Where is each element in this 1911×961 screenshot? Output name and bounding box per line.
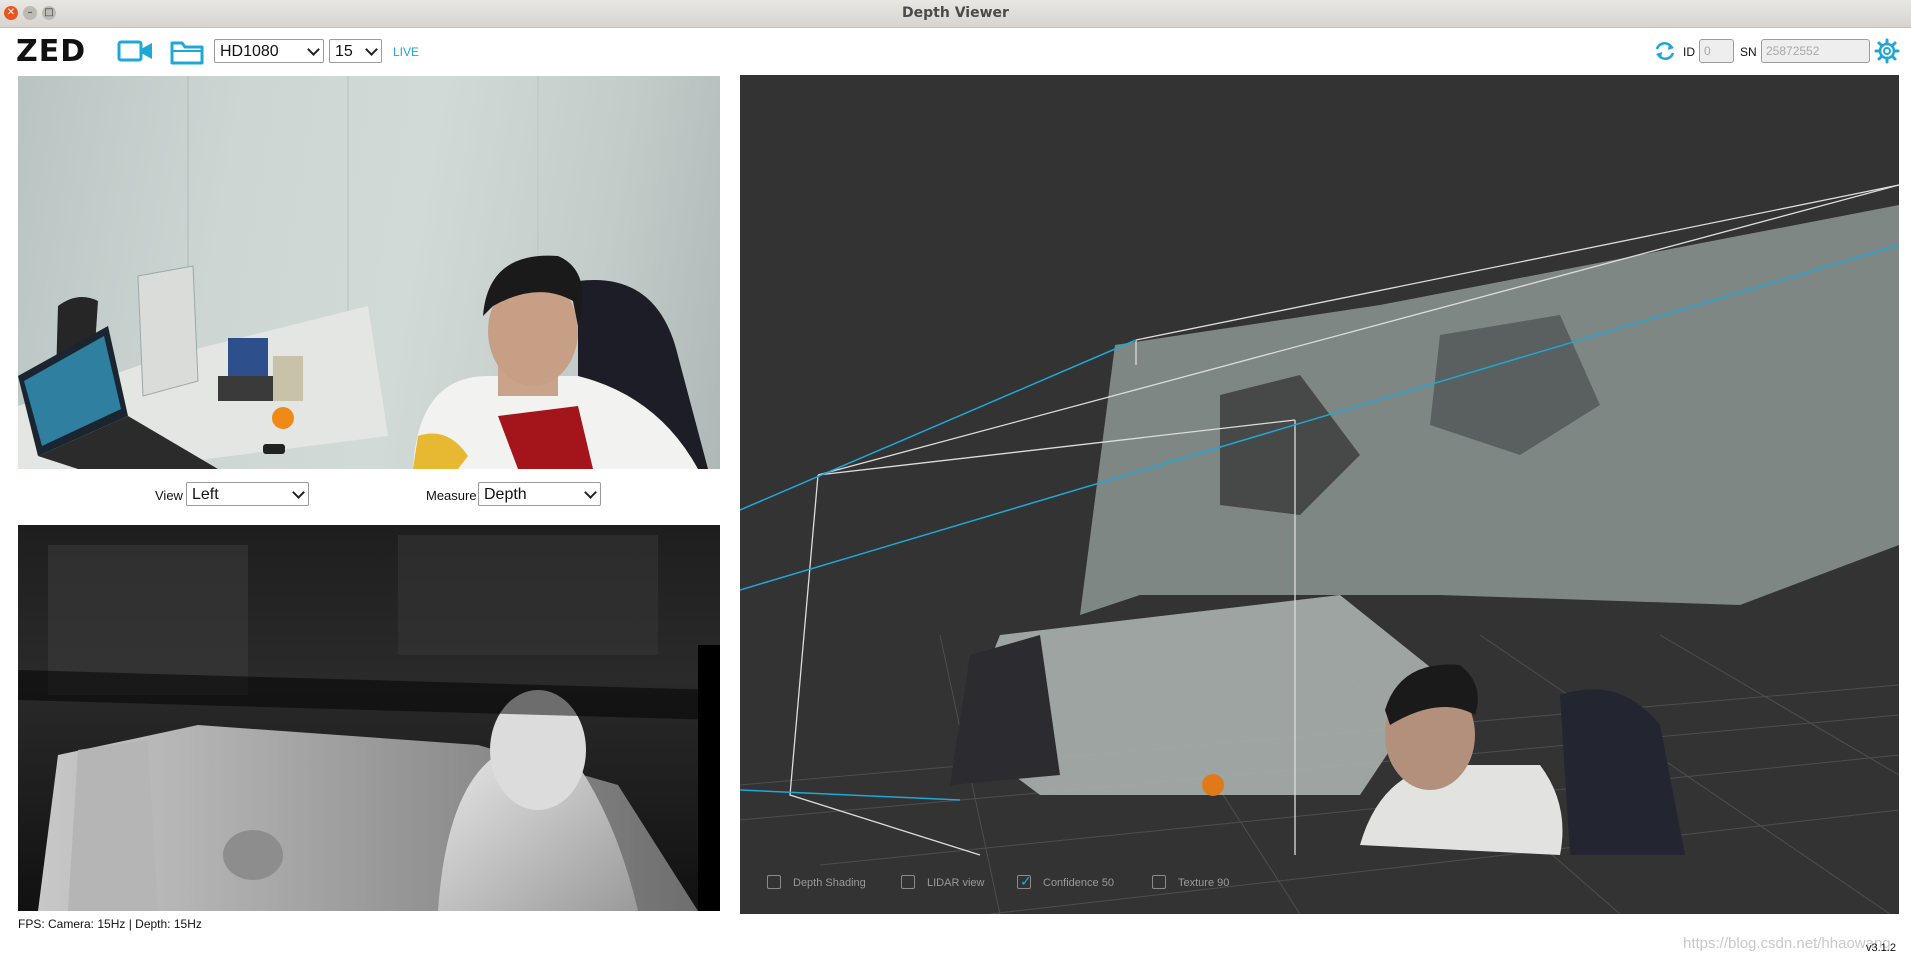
live-label: LIVE — [393, 45, 420, 59]
id-input[interactable]: 0 — [1699, 39, 1734, 63]
depth-map-view — [18, 525, 720, 911]
zed-logo: ZED — [16, 34, 87, 69]
depth-shading-label: Depth Shading — [793, 877, 866, 889]
confidence-label: Confidence 50 — [1043, 877, 1114, 889]
video-camera-icon[interactable] — [117, 38, 155, 64]
gear-icon[interactable] — [1874, 38, 1900, 64]
camera-scene-image — [18, 76, 708, 469]
sn-input[interactable]: 25872552 — [1761, 39, 1870, 63]
measure-select[interactable]: Depth — [478, 482, 601, 506]
point-cloud-canvas[interactable] — [740, 75, 1899, 914]
resolution-value: HD1080 — [220, 43, 279, 60]
chevron-down-icon — [292, 486, 305, 499]
window-title: Depth Viewer — [902, 5, 1009, 21]
sn-label: SN — [1740, 45, 1757, 59]
fps-value: 15 — [335, 43, 353, 60]
checkbox-box[interactable] — [901, 875, 915, 889]
checkbox-box[interactable] — [767, 875, 781, 889]
fps-select[interactable]: 15 — [329, 39, 382, 63]
fps-status: FPS: Camera: 15Hz | Depth: 15Hz — [18, 917, 202, 931]
lidar-view-label: LIDAR view — [927, 877, 985, 889]
id-label: ID — [1683, 45, 1695, 59]
refresh-icon[interactable] — [1653, 40, 1677, 62]
folder-icon[interactable] — [170, 38, 204, 66]
chevron-down-icon — [584, 486, 597, 499]
resolution-select[interactable]: HD1080 — [214, 39, 324, 63]
camera-left-view — [18, 76, 720, 469]
texture-label: Texture 90 — [1178, 877, 1230, 889]
measure-label: Measure — [426, 488, 477, 503]
view-label: View — [155, 488, 183, 503]
checkmark-icon: ✓ — [1020, 873, 1032, 889]
version-label: v3.1.2 — [1866, 942, 1896, 954]
id-input-placeholder: 0 — [1704, 44, 1711, 58]
title-bar: ✕ – □ Depth Viewer — [0, 0, 1911, 28]
checkbox-box[interactable] — [1152, 875, 1166, 889]
chevron-down-icon — [365, 43, 378, 56]
point-cloud-view[interactable] — [740, 75, 1899, 914]
watermark-text: https://blog.csdn.net/hhaowang — [1683, 935, 1891, 952]
view-select[interactable]: Left — [186, 482, 309, 506]
sn-input-value: 25872552 — [1766, 44, 1820, 58]
measure-value: Depth — [484, 486, 527, 503]
chevron-down-icon — [307, 43, 320, 56]
view-value: Left — [192, 486, 219, 503]
depth-map-image — [18, 525, 720, 911]
